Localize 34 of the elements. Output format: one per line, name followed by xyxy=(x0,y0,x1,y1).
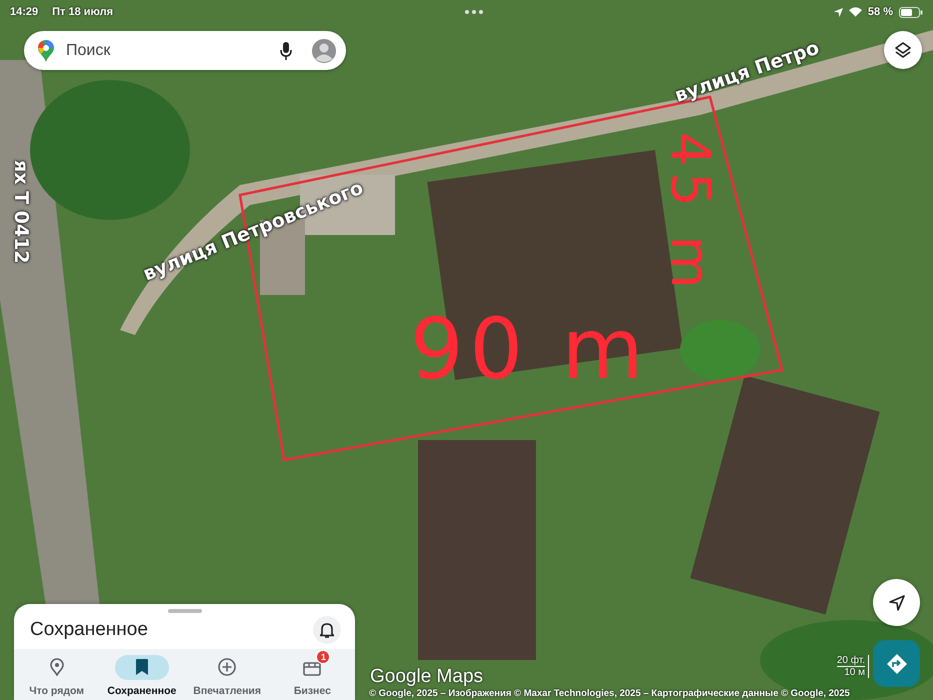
directions-button[interactable] xyxy=(873,640,920,687)
navigation-arrow-icon xyxy=(888,594,904,610)
microphone-icon[interactable] xyxy=(280,42,292,60)
notification-badge: 1 xyxy=(316,650,330,664)
drag-handle[interactable] xyxy=(168,609,202,613)
battery-percentage: 58 % xyxy=(868,6,893,18)
directions-icon xyxy=(886,654,906,674)
nav-tab[interactable]: Сохраненное xyxy=(99,649,184,700)
map-pin-logo-icon xyxy=(38,40,54,62)
handwritten-measurement: 90 m xyxy=(410,300,650,398)
map-logo: Google Maps xyxy=(370,666,484,688)
plus-circle-icon xyxy=(218,658,236,676)
scale-bar: 20 фт. 10 м xyxy=(836,655,869,678)
bell-icon xyxy=(320,622,334,638)
nav-tab[interactable]: Что рядом xyxy=(14,649,100,700)
search-bar[interactable]: Поиск xyxy=(24,31,346,70)
search-field[interactable]: Поиск xyxy=(64,40,270,60)
nav-tab[interactable]: 1 Бизнес xyxy=(270,649,355,700)
map-pin-icon xyxy=(50,658,64,676)
location-arrow-icon xyxy=(834,8,843,16)
nav-tab[interactable]: Впечатления xyxy=(184,649,270,700)
layers-icon xyxy=(894,41,912,59)
status-date: Пт 18 июля xyxy=(52,6,114,18)
multitasking-dots-icon[interactable] xyxy=(464,10,482,14)
clock-time: 14:29 xyxy=(10,6,38,18)
map-attribution: © Google, 2025 – Изображения © Maxar Technologies, 2025 – Картографические данные © Google, 2025 xyxy=(369,688,850,699)
sheet-title: Сохраненное xyxy=(30,619,148,641)
avatar-icon[interactable] xyxy=(312,38,336,62)
street-label: ях Т 0412 xyxy=(10,160,32,264)
battery-icon xyxy=(899,6,923,18)
notifications-button[interactable] xyxy=(313,616,341,644)
bookmark-icon xyxy=(136,659,148,675)
handwritten-measurement: 45 m xyxy=(659,132,722,294)
wifi-icon xyxy=(848,7,862,17)
